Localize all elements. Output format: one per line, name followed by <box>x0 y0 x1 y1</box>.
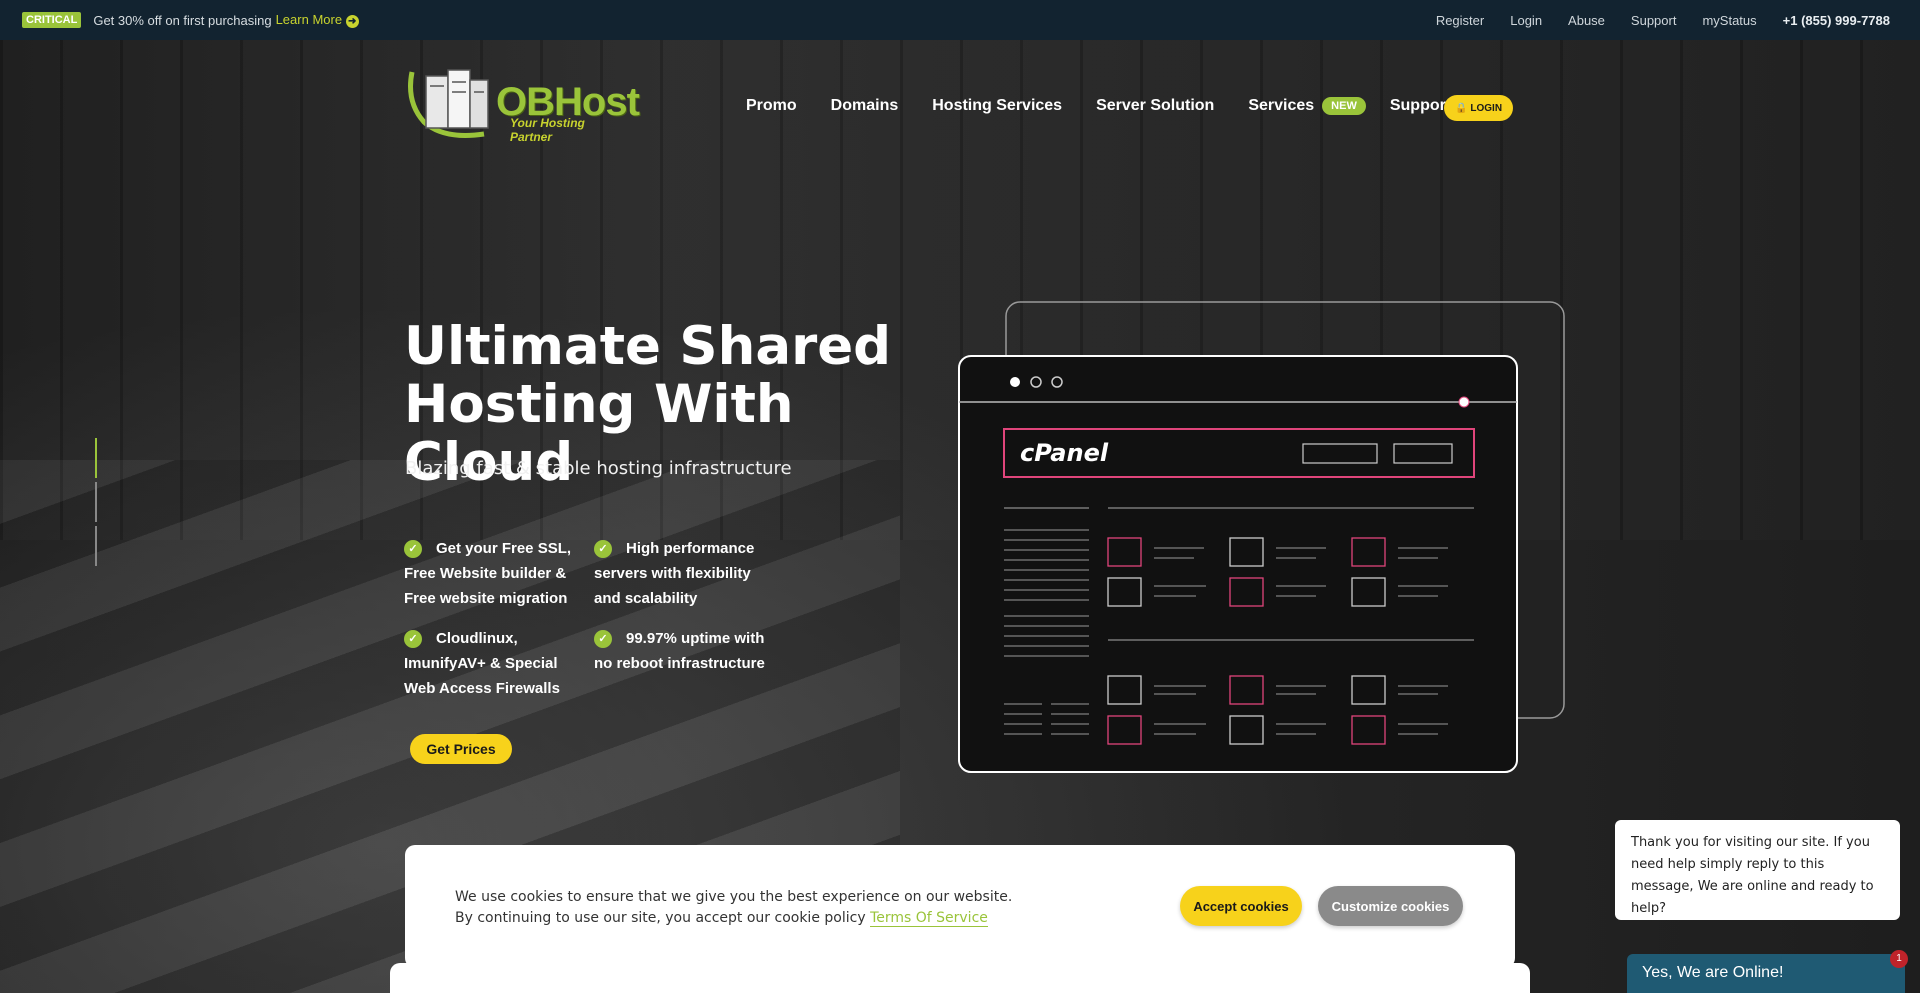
learn-more-label: Learn More <box>275 12 343 27</box>
feature-item: ✓ High performance servers with flexibili… <box>594 536 769 611</box>
top-announcement-bar: CRITICAL Get 30% off on first purchasing… <box>0 0 1920 40</box>
nav-item-services[interactable]: Services <box>1248 97 1314 115</box>
phone-number[interactable]: +1 (855) 999-7788 <box>1783 13 1890 28</box>
feature-item: ✓ 99.97% uptime with no reboot infrastruc… <box>594 626 769 676</box>
main-nav: Promo Domains Hosting Services Server So… <box>746 94 1485 118</box>
chat-unread-badge: 1 <box>1890 950 1908 968</box>
lock-icon: 🔒 <box>1454 102 1468 114</box>
cookie-message: We use cookies to ensure that we give yo… <box>455 887 1012 929</box>
chat-launcher[interactable]: Yes, We are Online! <box>1627 954 1905 993</box>
learn-more-link[interactable]: Learn More ➜ <box>276 12 359 28</box>
slide-dot-2[interactable] <box>95 482 97 522</box>
feature-text: High performance servers with flexibilit… <box>594 540 755 607</box>
register-link[interactable]: Register <box>1436 13 1484 28</box>
nav-item-promo[interactable]: Promo <box>746 97 797 115</box>
slider-indicator <box>95 438 98 570</box>
cpanel-dashboard-illustration: cPanel <box>958 301 1565 773</box>
mystatus-link[interactable]: myStatus <box>1702 13 1756 28</box>
content-card-edge <box>390 963 1530 993</box>
server-stack-logo-icon <box>408 69 489 138</box>
slide-dot-3[interactable] <box>95 526 97 566</box>
customize-cookies-button[interactable]: Customize cookies <box>1318 886 1463 926</box>
check-circle-icon: ✓ <box>594 630 612 649</box>
check-circle-icon: ✓ <box>404 630 422 649</box>
slide-dot-1[interactable] <box>95 438 97 478</box>
promo-text: Get 30% off on first purchasing <box>93 12 272 28</box>
terms-of-service-link[interactable]: Terms Of Service <box>870 910 988 927</box>
hero-title-line1: Ultimate Shared <box>404 316 892 377</box>
nav-item-support[interactable]: Support <box>1390 97 1451 115</box>
obhost-logo[interactable]: OBHost Your Hosting Partner <box>404 62 640 144</box>
top-links: Register Login Abuse Support myStatus +1… <box>1436 0 1890 40</box>
nav-item-server-solution[interactable]: Server Solution <box>1096 97 1214 115</box>
new-badge: NEW <box>1322 97 1366 115</box>
feature-item: ✓ Get your Free SSL, Free Website builder… <box>404 536 579 611</box>
hero-subtitle: Blazing fast & stable hosting infrastruc… <box>405 458 792 479</box>
cookie-line2: By continuing to use our site, you accep… <box>455 910 866 926</box>
feature-text: Get your Free SSL, Free Website builder … <box>404 540 572 607</box>
chat-greeting-bubble[interactable]: Thank you for visiting our site. If you … <box>1615 820 1900 920</box>
cookie-banner: We use cookies to ensure that we give yo… <box>405 845 1515 968</box>
feature-text: 99.97% uptime with no reboot infrastruct… <box>594 630 765 672</box>
accept-cookies-button[interactable]: Accept cookies <box>1180 886 1302 926</box>
get-prices-button[interactable]: Get Prices <box>410 734 512 764</box>
nav-item-hosting-services[interactable]: Hosting Services <box>932 97 1062 115</box>
check-circle-icon: ✓ <box>404 540 422 559</box>
support-link[interactable]: Support <box>1631 13 1677 28</box>
nav-item-domains[interactable]: Domains <box>831 97 899 115</box>
login-button[interactable]: 🔒 LOGIN <box>1444 95 1513 121</box>
critical-badge: CRITICAL <box>22 12 82 28</box>
login-button-label: LOGIN <box>1470 102 1503 114</box>
check-circle-icon: ✓ <box>594 540 612 559</box>
feature-text: Cloudlinux, ImunifyAV+ & Special Web Acc… <box>404 630 560 697</box>
login-link[interactable]: Login <box>1510 13 1542 28</box>
cpanel-logo-text: cPanel <box>1020 439 1109 467</box>
logo-tagline: Your Hosting Partner <box>510 116 585 144</box>
feature-item: ✓ Cloudlinux, ImunifyAV+ & Special Web Ac… <box>404 626 579 701</box>
cookie-line1: We use cookies to ensure that we give yo… <box>455 889 1013 905</box>
arrow-circle-right-icon: ➜ <box>345 15 359 28</box>
abuse-link[interactable]: Abuse <box>1568 13 1605 28</box>
